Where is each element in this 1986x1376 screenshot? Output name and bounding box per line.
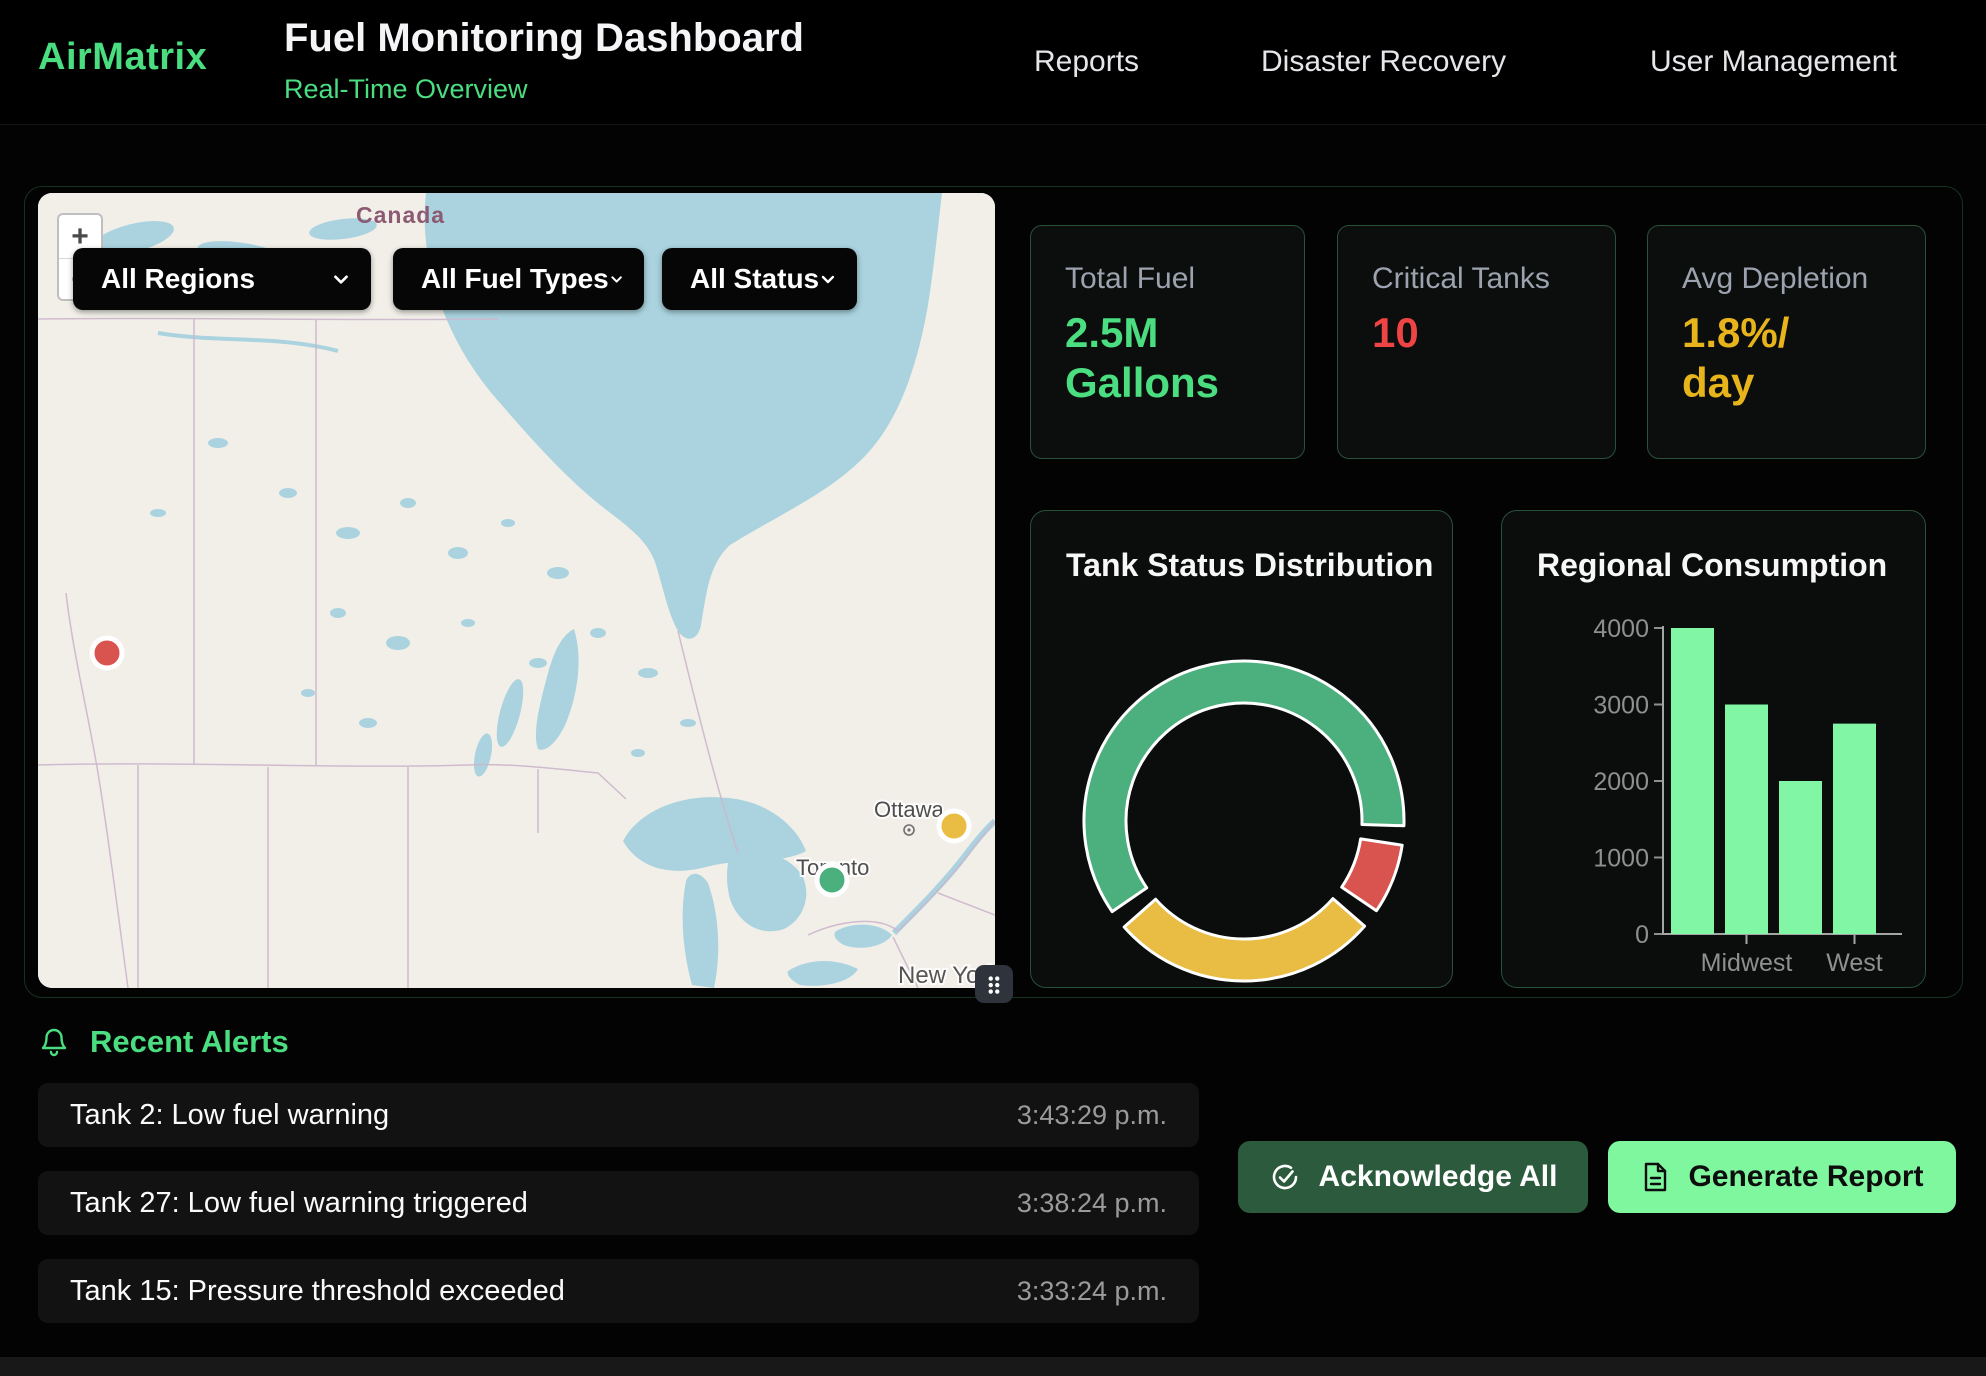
stat-card-total-fuel: Total Fuel 2.5MGallons bbox=[1030, 225, 1305, 459]
map[interactable]: Canada Ottawa Toronto New York + − All R… bbox=[38, 193, 995, 988]
bar-2 bbox=[1779, 781, 1822, 934]
acknowledge-all-button[interactable]: Acknowledge All bbox=[1238, 1141, 1588, 1213]
alert-row[interactable]: Tank 2: Low fuel warning 3:43:29 p.m. bbox=[38, 1083, 1199, 1147]
region-filter-select[interactable]: All Regions bbox=[73, 248, 371, 310]
tank-marker-warning[interactable] bbox=[939, 811, 969, 841]
alert-message: Tank 2: Low fuel warning bbox=[70, 1099, 389, 1132]
bottom-bar bbox=[0, 1357, 1986, 1376]
y-tick-label: 1000 bbox=[1593, 845, 1649, 873]
map-label-ottawa: Ottawa bbox=[874, 797, 944, 822]
alert-message: Tank 27: Low fuel warning triggered bbox=[70, 1187, 528, 1220]
bar-3 bbox=[1833, 724, 1876, 934]
panel-tank-status-distribution: Tank Status Distribution bbox=[1030, 510, 1453, 988]
stat-card-critical-tanks: Critical Tanks 10 bbox=[1337, 225, 1616, 459]
drag-dots-icon bbox=[981, 971, 1007, 997]
donut-segment-warning bbox=[1124, 899, 1364, 981]
alert-row[interactable]: Tank 27: Low fuel warning triggered 3:38… bbox=[38, 1171, 1199, 1235]
tank-marker-normal[interactable] bbox=[817, 865, 847, 895]
stat-value: 10 bbox=[1372, 308, 1581, 358]
fuel-type-filter-select[interactable]: All Fuel Types bbox=[393, 248, 644, 310]
bell-icon bbox=[38, 1026, 70, 1058]
alerts-header: Recent Alerts bbox=[38, 1024, 289, 1060]
bar-1 bbox=[1725, 705, 1768, 935]
x-tick-label: Midwest bbox=[1701, 949, 1793, 977]
town-dot-icon bbox=[907, 828, 910, 831]
y-tick-label: 0 bbox=[1635, 921, 1649, 949]
map-resize-handle[interactable] bbox=[975, 965, 1013, 1003]
chevron-down-icon bbox=[819, 269, 837, 289]
acknowledge-all-label: Acknowledge All bbox=[1319, 1160, 1558, 1194]
tank-status-donut-chart bbox=[1031, 511, 1454, 989]
status-filter-value: All Status bbox=[690, 263, 819, 295]
panel-regional-consumption: Regional Consumption 01000200030004000Mi… bbox=[1501, 510, 1926, 988]
fuel-monitoring-dashboard: AirMatrix Fuel Monitoring Dashboard Real… bbox=[0, 0, 1986, 1376]
alert-time: 3:33:24 p.m. bbox=[1017, 1276, 1167, 1307]
stat-label: Critical Tanks bbox=[1372, 262, 1581, 296]
region-filter-value: All Regions bbox=[101, 263, 255, 295]
stat-value: 1.8%/day bbox=[1682, 308, 1891, 409]
nav-item-user-management[interactable]: User Management bbox=[1650, 45, 1897, 79]
chevron-down-icon bbox=[609, 269, 624, 289]
y-tick-label: 3000 bbox=[1593, 692, 1649, 720]
tank-marker-critical[interactable] bbox=[92, 638, 122, 668]
generate-report-button[interactable]: Generate Report bbox=[1608, 1141, 1956, 1213]
status-filter-select[interactable]: All Status bbox=[662, 248, 857, 310]
stat-label: Total Fuel bbox=[1065, 262, 1270, 296]
stat-label: Avg Depletion bbox=[1682, 262, 1891, 296]
stat-card-avg-depletion: Avg Depletion 1.8%/day bbox=[1647, 225, 1926, 459]
y-tick-label: 2000 bbox=[1593, 768, 1649, 796]
page-title: Fuel Monitoring Dashboard bbox=[284, 16, 804, 61]
alert-message: Tank 15: Pressure threshold exceeded bbox=[70, 1275, 565, 1308]
bar-0 bbox=[1671, 628, 1714, 934]
nav-item-reports[interactable]: Reports bbox=[1034, 45, 1139, 79]
alert-time: 3:38:24 p.m. bbox=[1017, 1188, 1167, 1219]
page-subtitle: Real-Time Overview bbox=[284, 74, 528, 105]
map-label-country: Canada bbox=[356, 202, 445, 228]
stat-value: 2.5MGallons bbox=[1065, 308, 1270, 409]
alert-row[interactable]: Tank 15: Pressure threshold exceeded 3:3… bbox=[38, 1259, 1199, 1323]
chevron-down-icon bbox=[331, 269, 351, 289]
alerts-title: Recent Alerts bbox=[90, 1024, 289, 1060]
x-tick-label: West bbox=[1826, 949, 1883, 977]
donut-segment-critical bbox=[1342, 839, 1402, 911]
alert-time: 3:43:29 p.m. bbox=[1017, 1100, 1167, 1131]
map-canvas[interactable]: Canada Ottawa Toronto New York bbox=[38, 193, 995, 988]
generate-report-label: Generate Report bbox=[1688, 1160, 1923, 1194]
y-tick-label: 4000 bbox=[1593, 615, 1649, 643]
fuel-type-filter-value: All Fuel Types bbox=[421, 263, 609, 295]
top-bar: AirMatrix Fuel Monitoring Dashboard Real… bbox=[0, 0, 1986, 125]
check-circle-icon bbox=[1269, 1161, 1301, 1193]
regional-consumption-bar-chart: 0 1000 2000 3000 4000 Midwest West bbox=[1502, 511, 1927, 989]
nav-item-disaster-recovery[interactable]: Disaster Recovery bbox=[1261, 45, 1506, 79]
brand-logo[interactable]: AirMatrix bbox=[38, 36, 207, 79]
document-icon bbox=[1640, 1161, 1670, 1193]
